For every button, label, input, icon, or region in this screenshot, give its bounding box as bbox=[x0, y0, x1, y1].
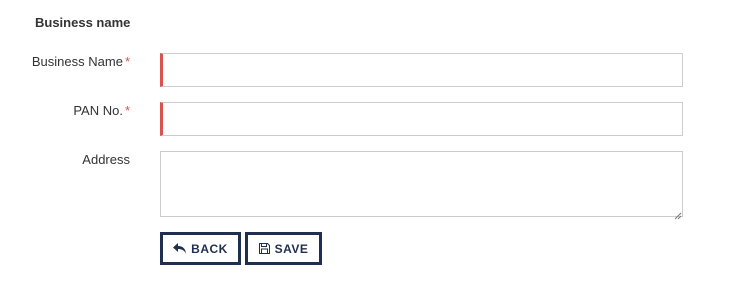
floppy-disk-icon bbox=[258, 243, 270, 254]
address-field-wrapper bbox=[160, 151, 683, 220]
address-label: Address bbox=[82, 152, 130, 167]
save-button-label: SAVE bbox=[274, 241, 309, 256]
resize-handle-icon[interactable] bbox=[673, 207, 682, 220]
address-row: Address bbox=[0, 151, 736, 220]
business-name-form-page: Business name Business Name * PAN No. * Ad… bbox=[0, 0, 736, 283]
reply-arrow-icon bbox=[173, 243, 187, 254]
address-textarea[interactable] bbox=[160, 151, 683, 217]
required-asterisk: * bbox=[124, 54, 130, 69]
business-name-label-text: Business Name bbox=[31, 54, 123, 69]
business-name-input[interactable] bbox=[160, 53, 683, 87]
business-name-label: Business Name * bbox=[32, 54, 130, 69]
pan-no-label-text: PAN No. bbox=[73, 103, 123, 118]
required-asterisk: * bbox=[124, 103, 130, 118]
back-button-label: BACK bbox=[191, 241, 228, 256]
back-button[interactable]: BACK bbox=[160, 232, 241, 265]
pan-no-input[interactable] bbox=[160, 102, 683, 136]
pan-no-label: PAN No. * bbox=[73, 103, 130, 118]
section-title: Business name bbox=[35, 15, 131, 30]
pan-no-row: PAN No. * bbox=[0, 102, 736, 136]
business-name-row: Business Name * bbox=[0, 53, 736, 87]
save-button[interactable]: SAVE bbox=[245, 232, 322, 265]
